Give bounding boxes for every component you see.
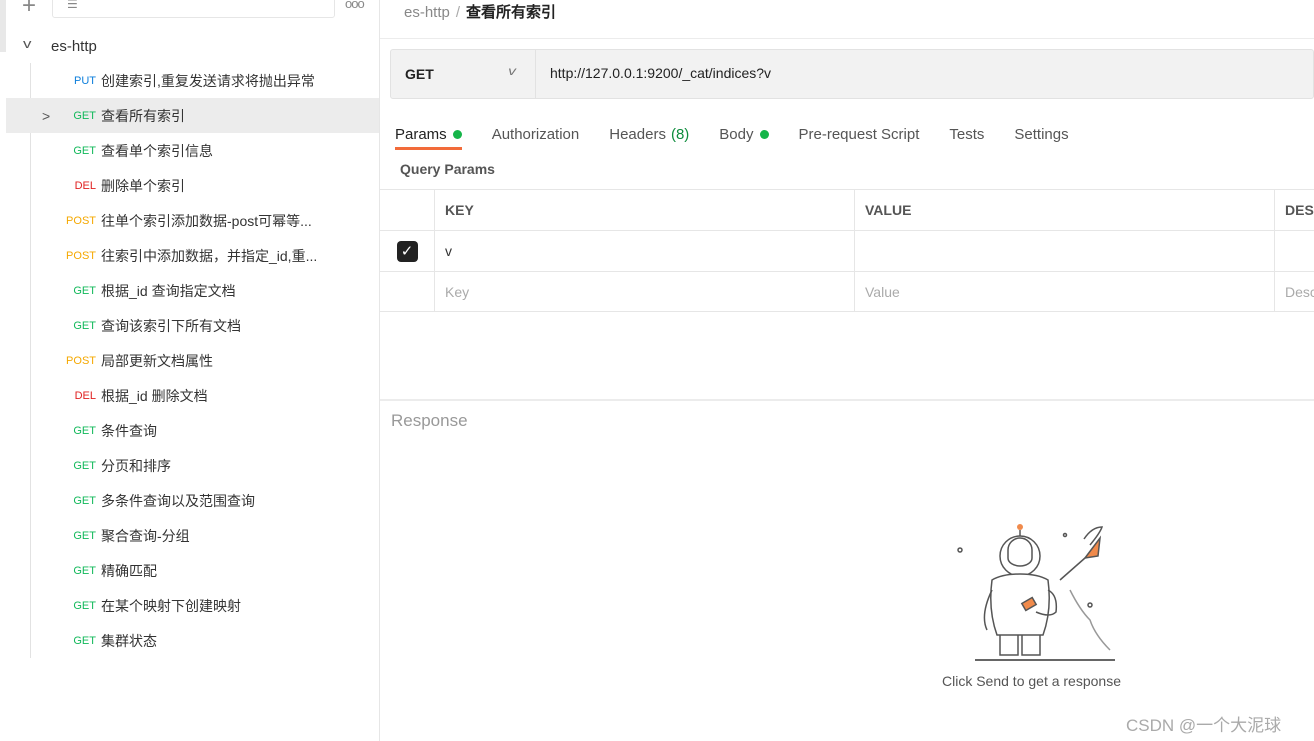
method-badge: GET bbox=[73, 564, 96, 577]
request-name: 查询该索引下所有文档 bbox=[101, 317, 241, 334]
method-badge: GET bbox=[73, 284, 96, 297]
request-name: 根据_id 查询指定文档 bbox=[101, 282, 236, 299]
tab-settings[interactable]: Settings bbox=[1014, 119, 1068, 149]
request-name: 集群状态 bbox=[101, 632, 157, 649]
request-panel: es-http / 查看所有索引 GET v http://127.0.0.1:920… bbox=[380, 0, 1314, 741]
request-name: 删除单个索引 bbox=[101, 177, 185, 194]
sidebar-request-item[interactable]: > GET 查看所有索引 bbox=[6, 98, 379, 133]
tab-params[interactable]: Params bbox=[395, 119, 462, 150]
sidebar-request-item[interactable]: PUT 创建索引,重复发送请求将抛出异常 bbox=[6, 63, 379, 98]
tab-body[interactable]: Body bbox=[719, 119, 769, 149]
response-hint: Click Send to get a response bbox=[942, 673, 1121, 689]
sidebar-request-item[interactable]: POST 往单个索引添加数据-post可幂等... bbox=[6, 203, 379, 238]
param-key[interactable]: v bbox=[435, 231, 855, 271]
new-button[interactable]: + bbox=[22, 0, 36, 20]
request-name: 分页和排序 bbox=[101, 457, 171, 474]
request-name: 在某个映射下创建映射 bbox=[101, 597, 241, 614]
sidebar: + ☰ ooo v es-http PUT 创建索引,重复发送请求将抛出异常 > GE… bbox=[0, 0, 380, 741]
method-badge: DEL bbox=[74, 389, 96, 402]
sidebar-request-item[interactable]: GET 查看单个索引信息 bbox=[6, 133, 379, 168]
sidebar-request-item[interactable]: POST 往索引中添加数据，并指定_id,重... bbox=[6, 238, 379, 273]
request-tabs: Params Authorization Headers (8) Body Pre-req… bbox=[395, 119, 1099, 150]
collection-es-http[interactable]: v es-http bbox=[0, 30, 380, 62]
method-badge: PUT bbox=[74, 74, 96, 87]
params-table: KEY VALUE DESCRIPTION ✓ v Key Value Desc… bbox=[380, 189, 1314, 312]
method-badge: GET bbox=[73, 494, 96, 507]
request-name: 局部更新文档属性 bbox=[101, 352, 213, 369]
chevron-right-icon[interactable]: > bbox=[42, 108, 50, 124]
sidebar-request-item[interactable]: GET 多条件查询以及范围查询 bbox=[6, 483, 379, 518]
url-input[interactable]: http://127.0.0.1:9200/_cat/indices?v bbox=[550, 65, 771, 81]
tab-headers[interactable]: Headers (8) bbox=[609, 119, 689, 149]
sidebar-request-item[interactable]: GET 根据_id 查询指定文档 bbox=[6, 273, 379, 308]
param-description[interactable] bbox=[1275, 231, 1314, 271]
table-row-new: Key Value Description bbox=[380, 271, 1314, 312]
tab-pre-request-script[interactable]: Pre-request Script bbox=[799, 119, 920, 149]
request-name: 往单个索引添加数据-post可幂等... bbox=[101, 212, 312, 229]
sidebar-request-item[interactable]: GET 在某个映射下创建映射 bbox=[6, 588, 379, 623]
sidebar-request-item[interactable]: POST 局部更新文档属性 bbox=[6, 343, 379, 378]
filter-input[interactable]: ☰ bbox=[52, 0, 335, 18]
request-name: 往索引中添加数据，并指定_id,重... bbox=[101, 247, 318, 264]
astronaut-rocket-illustration bbox=[957, 524, 1115, 661]
method-badge: GET bbox=[73, 634, 96, 647]
more-horizontal-icon[interactable]: ooo bbox=[345, 0, 365, 11]
chevron-down-icon: v bbox=[508, 64, 516, 78]
method-badge: GET bbox=[73, 459, 96, 472]
method-select[interactable]: GET v bbox=[391, 50, 536, 98]
request-name: 查看所有索引 bbox=[101, 107, 185, 124]
query-params-title: Query Params bbox=[400, 161, 495, 177]
param-value[interactable] bbox=[855, 231, 1275, 271]
method-badge: POST bbox=[66, 249, 96, 262]
description-input[interactable]: Description bbox=[1275, 272, 1314, 311]
request-name: 创建索引,重复发送请求将抛出异常 bbox=[101, 72, 315, 89]
param-checkbox[interactable]: ✓ bbox=[396, 240, 418, 262]
url-bar: GET v http://127.0.0.1:9200/_cat/indices?… bbox=[390, 49, 1314, 99]
method-badge: GET bbox=[73, 144, 96, 157]
request-name: 条件查询 bbox=[101, 422, 157, 439]
chevron-down-icon[interactable]: v bbox=[23, 36, 31, 51]
request-name: 聚合查询-分组 bbox=[101, 527, 190, 544]
method-badge: GET bbox=[73, 319, 96, 332]
method-badge: DEL bbox=[74, 179, 96, 192]
method-badge: GET bbox=[73, 109, 96, 122]
tab-authorization[interactable]: Authorization bbox=[492, 119, 580, 149]
response-title: Response bbox=[391, 411, 468, 430]
filter-icon: ☰ bbox=[67, 0, 78, 11]
method-badge: GET bbox=[73, 599, 96, 612]
watermark: CSDN @一个大泥球 bbox=[1126, 716, 1282, 735]
status-dot bbox=[452, 129, 462, 139]
sidebar-request-item[interactable]: GET 查询该索引下所有文档 bbox=[6, 308, 379, 343]
tab-tests[interactable]: Tests bbox=[949, 119, 984, 149]
request-name: 多条件查询以及范围查询 bbox=[101, 492, 255, 509]
method-badge: POST bbox=[66, 354, 96, 367]
breadcrumb: es-http / 查看所有索引 bbox=[404, 4, 557, 21]
status-dot bbox=[759, 129, 769, 139]
sidebar-request-item[interactable]: GET 聚合查询-分组 bbox=[6, 518, 379, 553]
key-input[interactable]: Key bbox=[435, 272, 855, 311]
breadcrumb-collection[interactable]: es-http bbox=[404, 4, 450, 21]
request-name: 精确匹配 bbox=[101, 562, 157, 579]
request-name: 查看单个索引信息 bbox=[101, 142, 213, 159]
method-badge: GET bbox=[73, 424, 96, 437]
method-badge: GET bbox=[73, 529, 96, 542]
request-name: 根据_id 删除文档 bbox=[101, 387, 208, 404]
sidebar-request-item[interactable]: DEL 根据_id 删除文档 bbox=[6, 378, 379, 413]
method-badge: POST bbox=[66, 214, 96, 227]
breadcrumb-request: 查看所有索引 bbox=[466, 4, 557, 21]
sidebar-request-item[interactable]: GET 集群状态 bbox=[6, 623, 379, 658]
value-input[interactable]: Value bbox=[855, 272, 1275, 311]
sidebar-request-item[interactable]: DEL 删除单个索引 bbox=[6, 168, 379, 203]
sidebar-request-item[interactable]: GET 条件查询 bbox=[6, 413, 379, 448]
table-header: KEY VALUE DESCRIPTION bbox=[380, 189, 1314, 230]
table-row: ✓ v bbox=[380, 230, 1314, 271]
sidebar-request-item[interactable]: GET 精确匹配 bbox=[6, 553, 379, 588]
sidebar-request-item[interactable]: GET 分页和排序 bbox=[6, 448, 379, 483]
